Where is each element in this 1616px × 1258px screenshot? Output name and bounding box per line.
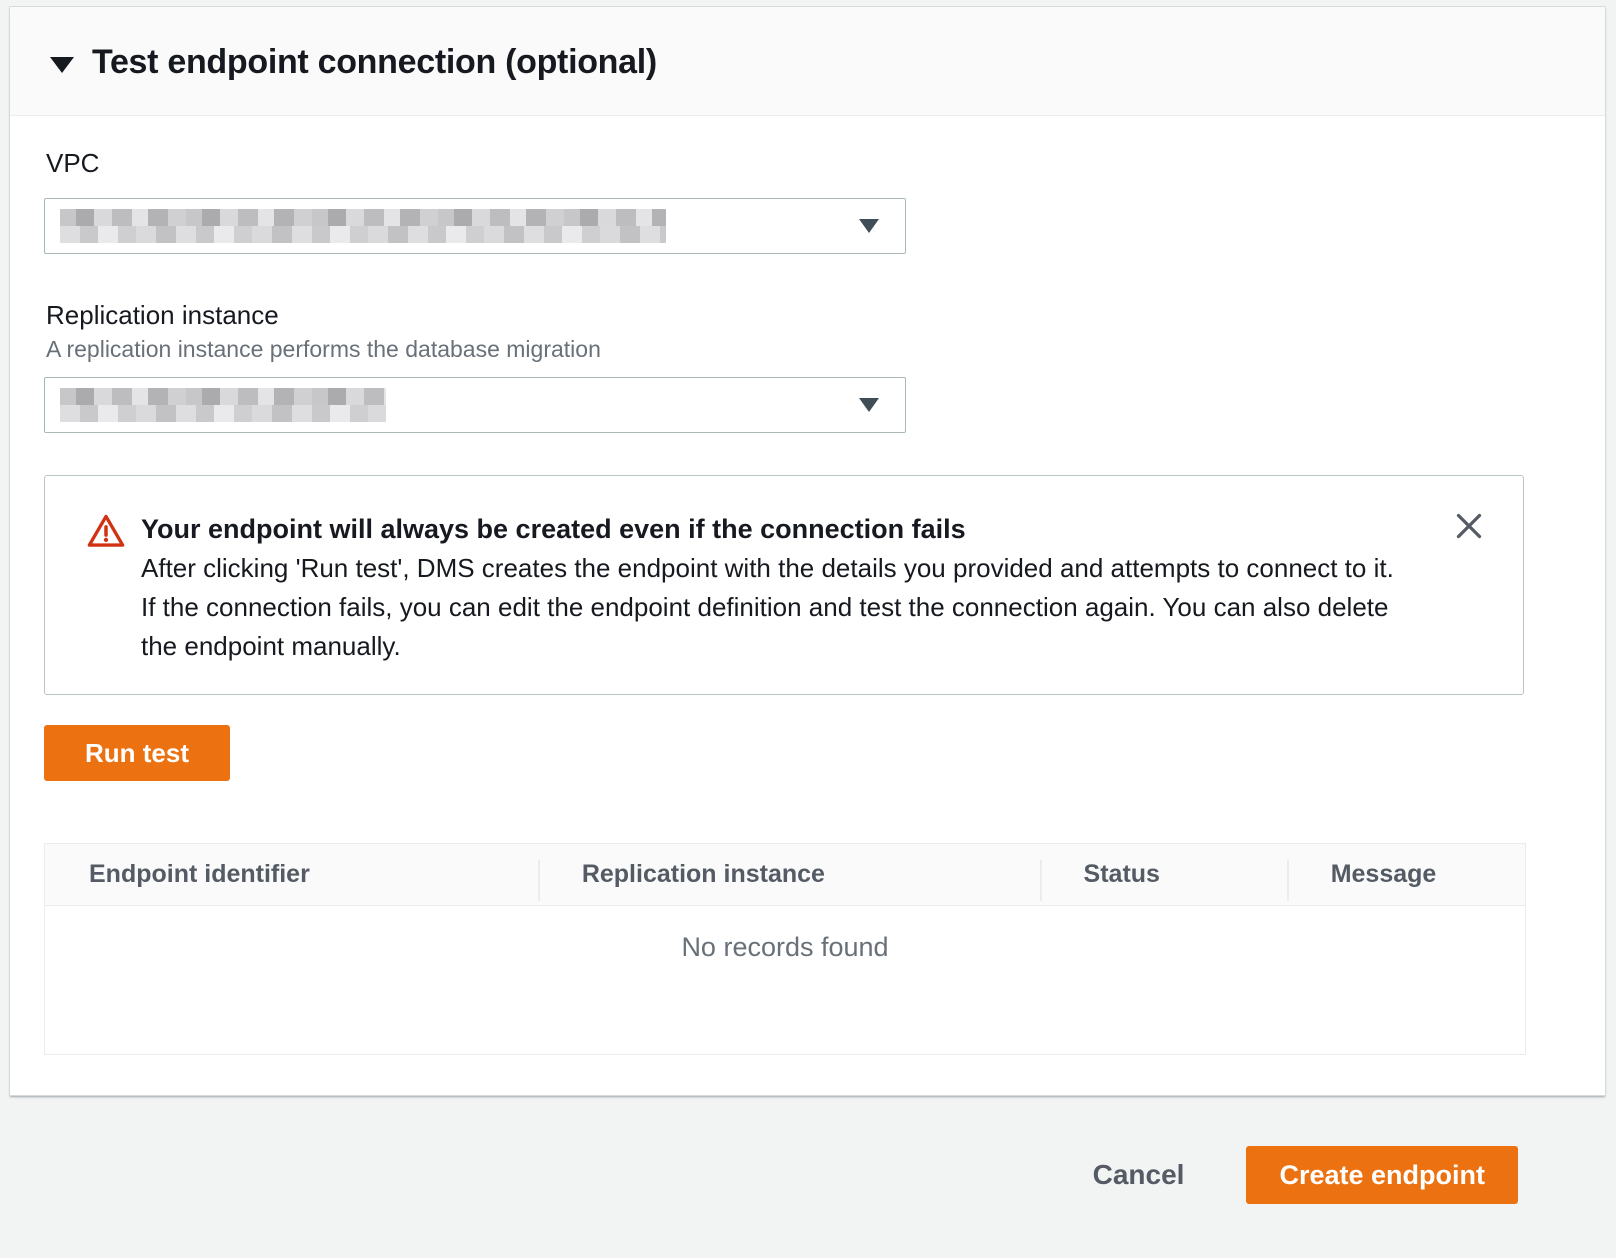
vpc-label: VPC xyxy=(46,148,1521,178)
panel-body: VPC Replication instance A replication i… xyxy=(10,116,1605,1095)
triangle-down-icon xyxy=(859,398,879,412)
warning-alert: Your endpoint will always be created eve… xyxy=(44,475,1524,695)
warning-body: After clicking 'Run test', DMS creates t… xyxy=(141,549,1413,666)
warning-triangle-icon xyxy=(87,512,125,550)
replication-instance-selected-value-redacted xyxy=(60,388,386,422)
vpc-field-group: VPC xyxy=(44,148,1521,254)
triangle-down-icon xyxy=(50,57,74,73)
column-header-replication-instance: Replication instance xyxy=(538,844,1040,905)
triangle-down-icon xyxy=(859,219,879,233)
test-endpoint-connection-panel: Test endpoint connection (optional) VPC … xyxy=(9,6,1606,1096)
warning-text: Your endpoint will always be created eve… xyxy=(141,510,1413,666)
close-icon[interactable] xyxy=(1445,502,1493,550)
panel-header-toggle[interactable]: Test endpoint connection (optional) xyxy=(10,7,1605,116)
column-header-endpoint-identifier: Endpoint identifier xyxy=(45,844,538,905)
empty-state-message: No records found xyxy=(45,906,1525,963)
replication-instance-field-group: Replication instance A replication insta… xyxy=(44,300,1521,433)
footer-actions: Cancel Create endpoint xyxy=(1073,1146,1518,1204)
table-body: No records found xyxy=(45,906,1525,1054)
vpc-selected-value-redacted xyxy=(60,209,666,243)
connection-results-table: Endpoint identifier Replication instance… xyxy=(44,843,1526,1055)
run-test-button[interactable]: Run test xyxy=(44,725,230,781)
cancel-button[interactable]: Cancel xyxy=(1073,1146,1205,1204)
create-endpoint-button[interactable]: Create endpoint xyxy=(1246,1146,1518,1204)
replication-instance-label: Replication instance xyxy=(46,300,1521,330)
replication-instance-description: A replication instance performs the data… xyxy=(46,336,1521,363)
page: Test endpoint connection (optional) VPC … xyxy=(0,0,1616,1258)
column-header-message: Message xyxy=(1287,844,1525,905)
table-header-row: Endpoint identifier Replication instance… xyxy=(45,844,1525,906)
column-header-status: Status xyxy=(1040,844,1287,905)
replication-instance-select[interactable] xyxy=(44,377,906,433)
vpc-select[interactable] xyxy=(44,198,906,254)
warning-title: Your endpoint will always be created eve… xyxy=(141,510,1413,549)
panel-title: Test endpoint connection (optional) xyxy=(92,41,657,83)
